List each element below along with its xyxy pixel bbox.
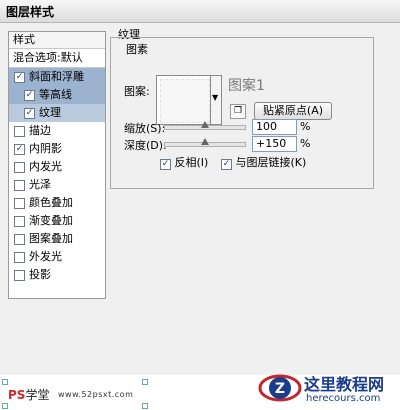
invert-checkbox[interactable]: ✓ 反相(I) xyxy=(160,154,208,170)
checkbox-icon[interactable] xyxy=(14,216,25,227)
styles-sidebar: 样式 混合选项:默认 ✓ 斜面和浮雕 ✓ 等高线 ✓ 纹理描边 ✓ 内阴影内发光光泽颜色叠加渐… xyxy=(8,31,106,299)
checkbox-icon[interactable]: ✓ xyxy=(14,72,25,83)
sidebar-header: 样式 xyxy=(9,32,105,49)
depth-unit: % xyxy=(300,137,311,150)
depth-slider-thumb[interactable] xyxy=(201,138,209,145)
sidebar-item[interactable]: 颜色叠加 xyxy=(9,194,105,212)
sidebar-item[interactable]: ✓ 内阴影 xyxy=(9,140,105,158)
corner-marker xyxy=(142,379,148,385)
pattern-label: 图案: xyxy=(124,85,150,98)
sidebar-item[interactable]: 图案叠加 xyxy=(9,230,105,248)
link-check-icon: ✓ xyxy=(221,159,232,170)
sidebar-item[interactable]: ✓ 等高线 xyxy=(9,86,105,104)
link-with-layer-label: 与图层链接(K) xyxy=(235,156,307,169)
sidebar-item-label: 斜面和浮雕 xyxy=(29,70,84,83)
sidebar-item-label: 颜色叠加 xyxy=(29,196,73,209)
checkbox-icon[interactable] xyxy=(14,252,25,263)
sidebar-item-label: 光泽 xyxy=(29,178,51,191)
checkbox-icon[interactable]: ✓ xyxy=(14,144,25,155)
title-bar: 图层样式 xyxy=(0,0,400,23)
checkbox-icon[interactable] xyxy=(14,180,25,191)
sidebar-item-label: 渐变叠加 xyxy=(29,214,73,227)
window-title: 图层样式 xyxy=(6,5,55,19)
sidebar-items: ✓ 斜面和浮雕 ✓ 等高线 ✓ 纹理描边 ✓ 内阴影内发光光泽颜色叠加渐变叠加图案叠加外发光投… xyxy=(9,68,105,284)
depth-slider[interactable] xyxy=(164,138,246,147)
sidebar-item-label: 投影 xyxy=(29,268,51,281)
scale-unit: % xyxy=(300,120,311,133)
scale-slider[interactable] xyxy=(164,121,246,130)
sidebar-item[interactable]: 外发光 xyxy=(9,248,105,266)
sidebar-item[interactable]: 描边 xyxy=(9,122,105,140)
checkbox-icon[interactable]: ✓ xyxy=(24,108,35,119)
corner-marker xyxy=(142,403,148,409)
scale-label: 缩放(S): xyxy=(124,122,166,135)
new-preset-icon[interactable]: ❐ xyxy=(230,104,246,119)
scale-input[interactable]: 100 xyxy=(252,119,297,135)
site-url: herecours.com xyxy=(306,393,381,404)
sidebar-item[interactable]: 光泽 xyxy=(9,176,105,194)
checkbox-icon[interactable] xyxy=(14,162,25,173)
svg-text:Z: Z xyxy=(275,381,285,397)
checkbox-icon[interactable]: ✓ xyxy=(24,90,35,101)
sidebar-item[interactable]: 渐变叠加 xyxy=(9,212,105,230)
invert-check-icon: ✓ xyxy=(160,159,171,170)
sidebar-item[interactable]: 投影 xyxy=(9,266,105,284)
sidebar-item[interactable]: ✓ 纹理 xyxy=(9,104,105,122)
checkbox-icon[interactable] xyxy=(14,126,25,137)
ps-school-brand: PS学堂 xyxy=(8,388,50,402)
snap-to-origin-button[interactable]: 贴紧原点(A) xyxy=(254,102,332,120)
link-with-layer-checkbox[interactable]: ✓ 与图层链接(K) xyxy=(221,154,306,170)
ps-school-url: www.52psxt.com xyxy=(58,390,134,399)
pattern-picker[interactable] xyxy=(156,75,212,125)
layer-style-dialog: 样式 混合选项:默认 ✓ 斜面和浮雕 ✓ 等高线 ✓ 纹理描边 ✓ 内阴影内发光光泽颜色叠加渐… xyxy=(0,23,400,375)
checkbox-icon[interactable] xyxy=(14,270,25,281)
chevron-down-icon: ▼ xyxy=(212,93,219,102)
corner-marker xyxy=(2,379,8,385)
sidebar-item-label: 等高线 xyxy=(39,88,72,101)
depth-label: 深度(D): xyxy=(124,139,167,152)
sidebar-item-label: 纹理 xyxy=(39,106,61,119)
pattern-dropdown-button[interactable]: ▼ xyxy=(210,75,222,125)
sidebar-item-blending-options[interactable]: 混合选项:默认 xyxy=(9,49,105,68)
sidebar-item-label: 内发光 xyxy=(29,160,62,173)
corner-marker xyxy=(2,403,8,409)
group-title: 图素 xyxy=(124,41,150,57)
scale-slider-thumb[interactable] xyxy=(201,121,209,128)
site-title: 这里教程网 xyxy=(304,375,385,394)
sidebar-item-label: 外发光 xyxy=(29,250,62,263)
sidebar-item-label: 图案叠加 xyxy=(29,232,73,245)
sidebar-item[interactable]: 内发光 xyxy=(9,158,105,176)
pattern-name: 图案1 xyxy=(228,78,265,94)
sidebar-item-label: 内阴影 xyxy=(29,142,62,155)
site-logo-icon: Z xyxy=(258,374,302,402)
checkbox-icon[interactable] xyxy=(14,198,25,209)
sidebar-item-label: 描边 xyxy=(29,124,51,137)
checkbox-icon[interactable] xyxy=(14,234,25,245)
depth-input[interactable]: +150 xyxy=(252,136,297,152)
pattern-preview xyxy=(160,79,210,123)
sidebar-item[interactable]: ✓ 斜面和浮雕 xyxy=(9,68,105,86)
invert-label: 反相(I) xyxy=(174,156,209,169)
